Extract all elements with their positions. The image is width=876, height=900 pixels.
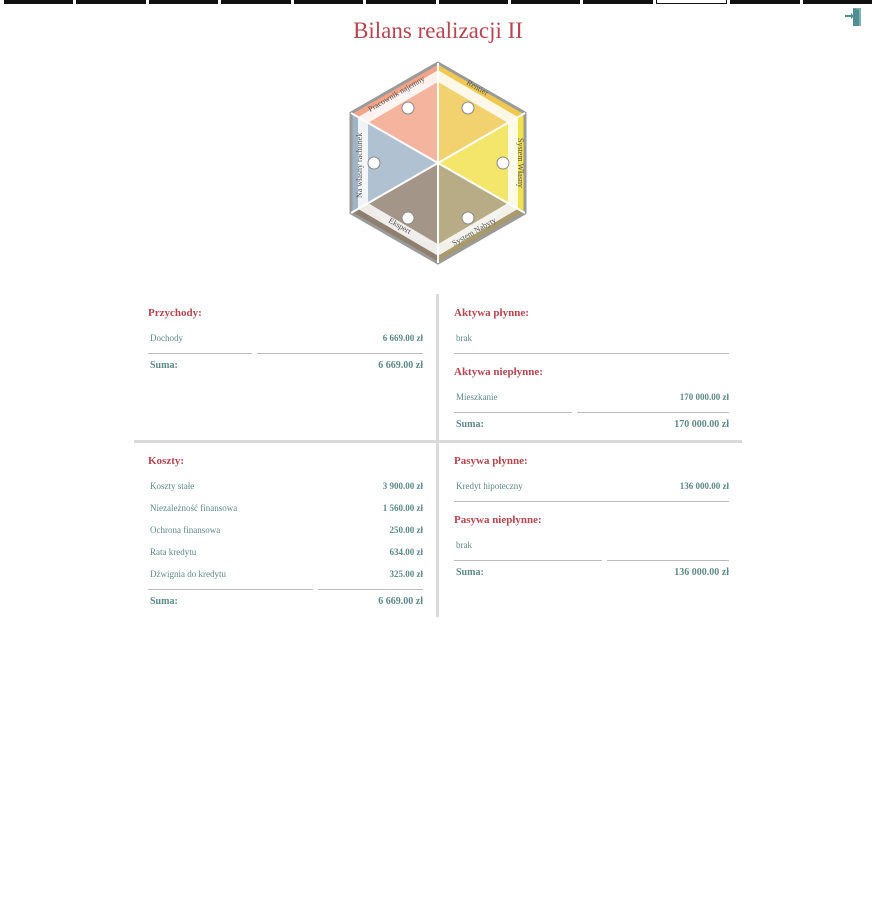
illiquid-assets-rule-left [454, 412, 572, 413]
costs-rule-left [148, 589, 313, 590]
costs-sum-label: Suma: [150, 596, 178, 607]
liquid-assets-row: brak [456, 333, 729, 347]
costs-row: Koszty stałe 3 900.00 zł [150, 481, 423, 495]
costs-row-value: 3 900.00 zł [382, 481, 423, 491]
liquid-liabilities-row-label: Kredyt hipoteczny [456, 481, 523, 491]
hex-selector-6[interactable] [367, 156, 381, 170]
hex-selector-1[interactable] [401, 101, 415, 115]
costs-row-label: Koszty stałe [150, 481, 195, 491]
illiquid-assets-rule-right [577, 412, 729, 413]
liquid-liabilities-row-value: 136 000.00 zł [679, 481, 729, 491]
costs-title: Koszty: [148, 455, 185, 467]
hex-selector-3[interactable] [496, 156, 510, 170]
page-title: Bilans realizacji II [353, 18, 523, 43]
nav-tab-11[interactable] [730, 0, 800, 4]
liquid-liabilities-rule [454, 501, 729, 502]
illiquid-assets-row-value: 170 000.00 zł [679, 392, 729, 402]
hex-selector-4[interactable] [461, 211, 475, 225]
costs-row-label: Dźwignia do kredytu [150, 569, 226, 579]
liabilities-sum-value: 136 000.00 zł [674, 567, 729, 578]
assets-sum: Suma: 170 000.00 zł [456, 419, 729, 433]
costs-row-value: 250.00 zł [389, 525, 424, 535]
liquid-assets-title: Aktywa płynne: [454, 307, 529, 319]
hex-selector-2[interactable] [461, 101, 475, 115]
costs-row: Niezależność finansowa 1 560.00 zł [150, 503, 423, 517]
liquid-assets-row-label: brak [456, 333, 472, 343]
income-sum-label: Suma: [150, 360, 178, 371]
illiquid-liabilities-title: Pasywa niepłynne: [454, 514, 542, 526]
income-rule-left [148, 353, 252, 354]
liabilities-sum-label: Suma: [456, 567, 484, 578]
costs-sum: Suma: 6 669.00 zł [150, 596, 423, 610]
nav-tab-10[interactable] [655, 0, 728, 4]
costs-row-label: Rata kredytu [150, 547, 197, 557]
assets-sum-label: Suma: [456, 419, 484, 430]
grid-divider-vertical [436, 294, 439, 617]
top-tab-strip [4, 0, 873, 4]
costs-rule-right [318, 589, 423, 590]
balance-grid: Przychody: Dochody 6 669.00 zł Suma: 6 6… [134, 294, 742, 618]
illiquid-assets-row-label: Mieszkanie [456, 392, 498, 402]
assets-sum-value: 170 000.00 zł [674, 419, 729, 430]
costs-row: Dźwignia do kredytu 325.00 zł [150, 569, 423, 583]
hex-label-3: System Własny [516, 138, 525, 188]
nav-tab-8[interactable] [510, 0, 581, 4]
illiquid-liabilities-row: brak [456, 540, 729, 554]
income-rule-right [257, 353, 423, 354]
costs-row-value: 1 560.00 zł [382, 503, 423, 513]
illiquid-liabilities-rule-right [607, 560, 729, 561]
nav-tab-12[interactable] [802, 0, 873, 4]
costs-row-value: 325.00 zł [389, 569, 424, 579]
nav-tab-5[interactable] [293, 0, 364, 4]
liquid-liabilities-title: Pasywa płynne: [454, 455, 528, 467]
nav-tab-9[interactable] [583, 0, 653, 4]
nav-tab-4[interactable] [221, 0, 291, 4]
income-title: Przychody: [148, 307, 202, 319]
hex-label-6: Na własny rachunek [355, 133, 364, 198]
nav-tab-6[interactable] [366, 0, 436, 4]
costs-row-value: 634.00 zł [389, 547, 424, 557]
illiquid-assets-title: Aktywa niepłynne: [454, 366, 543, 378]
costs-row: Ochrona finansowa 250.00 zł [150, 525, 423, 539]
income-row-label: Dochody [150, 333, 183, 343]
nav-tab-7[interactable] [438, 0, 508, 4]
income-sum: Suma: 6 669.00 zł [150, 360, 423, 374]
costs-row: Rata kredytu 634.00 zł [150, 547, 423, 561]
liabilities-sum: Suma: 136 000.00 zł [456, 567, 729, 581]
costs-row-label: Niezależność finansowa [150, 503, 238, 513]
income-row: Dochody 6 669.00 zł [150, 333, 423, 347]
costs-row-label: Ochrona finansowa [150, 525, 221, 535]
nav-tab-3[interactable] [148, 0, 219, 4]
liquid-assets-rule [454, 353, 729, 354]
illiquid-assets-row: Mieszkanie 170 000.00 zł [456, 392, 729, 406]
illiquid-liabilities-row-label: brak [456, 540, 472, 550]
nav-tab-1[interactable] [4, 0, 74, 4]
liquid-liabilities-row: Kredyt hipoteczny 136 000.00 zł [456, 481, 729, 495]
income-sum-value: 6 669.00 zł [378, 360, 423, 371]
income-row-value: 6 669.00 zł [382, 333, 423, 343]
grid-divider-horizontal [134, 440, 742, 443]
costs-sum-value: 6 669.00 zł [378, 596, 423, 607]
income-quadrant-hexagon: Pracownik najemny Rentier System Własny … [348, 60, 528, 266]
illiquid-liabilities-rule-left [454, 560, 602, 561]
nav-tab-2[interactable] [76, 0, 146, 4]
